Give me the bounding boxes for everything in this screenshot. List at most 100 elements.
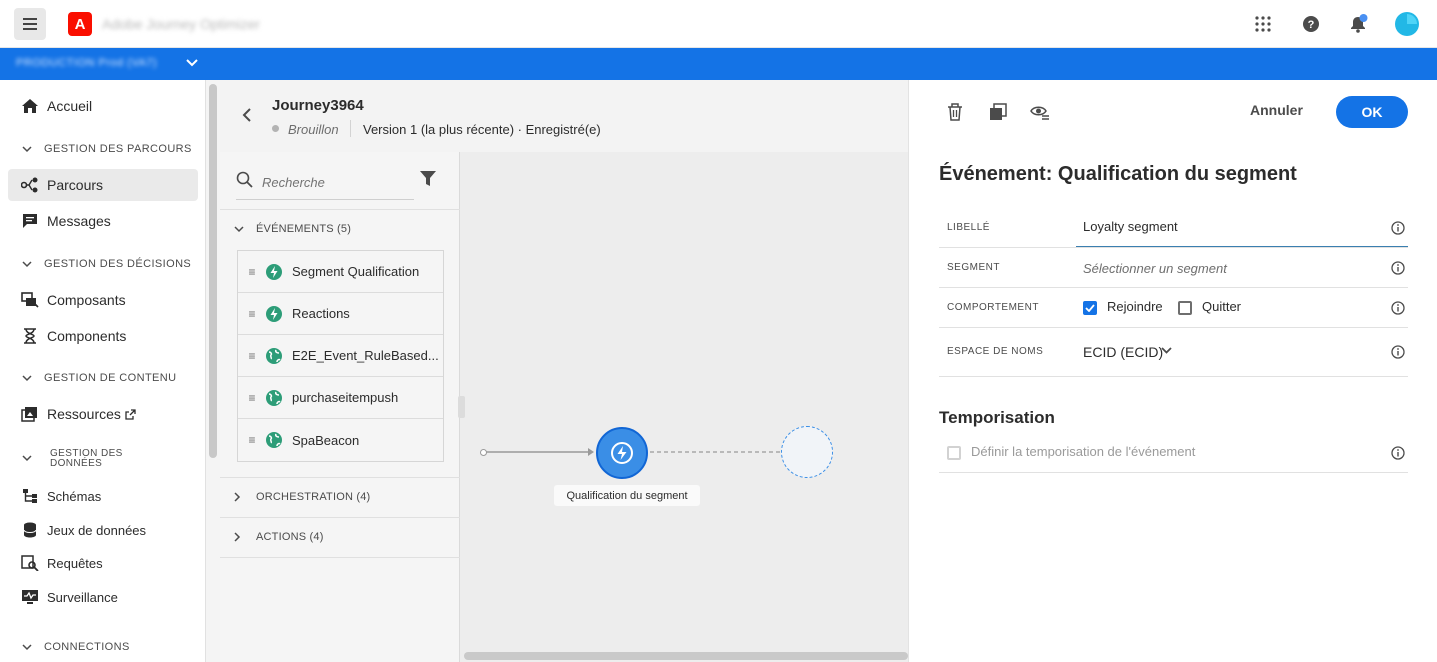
- ok-button[interactable]: OK: [1336, 96, 1408, 128]
- journey-name[interactable]: Journey3964: [272, 97, 364, 114]
- chevron-down-icon: [22, 643, 34, 651]
- nav-item-schemas[interactable]: Schémas: [8, 480, 198, 512]
- panel-title: Événement: Qualification du segment: [939, 163, 1297, 185]
- namespace-dropdown[interactable]: ECID (ECID): [1083, 344, 1163, 360]
- drag-handle-icon[interactable]: ≡: [238, 433, 266, 447]
- field-label: ESPACE DE NOMS: [947, 346, 1044, 357]
- apps-grid-icon[interactable]: [1253, 14, 1273, 34]
- nav-item-label: Schémas: [47, 488, 102, 504]
- home-icon: [20, 96, 40, 116]
- nav-item-resources[interactable]: Ressources: [8, 398, 198, 430]
- events-group-header[interactable]: ÉVÉNEMENTS (5): [234, 223, 351, 235]
- field-label: COMPORTEMENT: [947, 302, 1039, 313]
- chevron-down-icon: [22, 374, 34, 382]
- drag-handle-icon[interactable]: ≡: [238, 349, 266, 363]
- svg-text:?: ?: [1308, 19, 1315, 31]
- timing-checkbox-label[interactable]: Définir la temporisation de l'événement: [971, 444, 1195, 459]
- info-icon[interactable]: [1391, 301, 1405, 315]
- chevron-right-icon: [234, 492, 246, 502]
- leave-checkbox[interactable]: [1178, 301, 1192, 315]
- nav-item-composants[interactable]: Composants: [8, 284, 198, 316]
- segment-picker[interactable]: Sélectionner un segment: [1083, 261, 1227, 276]
- nav-item-monitoring[interactable]: Surveillance: [8, 581, 198, 613]
- drag-handle-icon[interactable]: ≡: [238, 265, 266, 279]
- leave-label[interactable]: Quitter: [1202, 299, 1241, 314]
- user-avatar[interactable]: [1395, 12, 1419, 36]
- label-input[interactable]: Loyalty segment: [1083, 219, 1178, 234]
- back-chevron-icon[interactable]: [242, 108, 252, 122]
- lightning-icon: [611, 442, 633, 464]
- external-link-icon: [125, 408, 136, 420]
- adobe-logo[interactable]: A: [68, 12, 92, 36]
- nav-section-journeys[interactable]: GESTION DES PARCOURS: [22, 143, 192, 155]
- globe-icon: [266, 347, 282, 364]
- input-focus-underline: [1076, 246, 1408, 247]
- nav-item-label: Requêtes: [47, 555, 103, 571]
- help-icon[interactable]: ?: [1301, 14, 1321, 34]
- canvas-horizontal-scrollbar[interactable]: [464, 652, 908, 660]
- trash-icon[interactable]: [945, 102, 965, 122]
- node-label: Qualification du segment: [554, 485, 700, 506]
- duplicate-icon[interactable]: [988, 102, 1008, 122]
- nav-section-connections[interactable]: CONNECTIONS: [22, 641, 130, 653]
- filter-icon[interactable]: [419, 170, 437, 187]
- nav-item-datasets[interactable]: Jeux de données: [8, 514, 198, 546]
- top-bar: A Adobe Journey Optimizer ?: [0, 0, 1437, 48]
- nav-item-messages[interactable]: Messages: [8, 205, 198, 237]
- menu-icon[interactable]: [14, 8, 46, 40]
- monitoring-icon: [20, 587, 40, 607]
- assets-icon: [20, 404, 40, 424]
- org-switcher-bar[interactable]: PRODUCTION Prod (VA7): [0, 48, 1437, 80]
- chevron-down-icon: [234, 225, 246, 233]
- chevron-down-icon[interactable]: [186, 58, 198, 68]
- nav-item-journeys[interactable]: Parcours: [8, 169, 198, 201]
- notifications-bell-icon[interactable]: [1348, 14, 1368, 34]
- org-name[interactable]: PRODUCTION Prod (VA7): [16, 57, 157, 69]
- journey-start-dot: [480, 449, 487, 456]
- preview-icon[interactable]: [1030, 102, 1050, 122]
- list-item[interactable]: ≡ SpaBeacon: [238, 419, 443, 461]
- info-icon[interactable]: [1391, 345, 1405, 359]
- nav-section-decisions[interactable]: GESTION DES DÉCISIONS: [22, 258, 191, 270]
- list-item[interactable]: ≡ purchaseitempush: [238, 377, 443, 419]
- database-icon: [20, 520, 40, 540]
- nav-item-queries[interactable]: Requêtes: [8, 547, 198, 579]
- arrow-icon: [588, 448, 594, 456]
- field-label: LIBELLÉ: [947, 222, 990, 233]
- timing-section-title: Temporisation: [939, 408, 1055, 427]
- divider: [220, 517, 460, 518]
- list-item[interactable]: ≡ Reactions: [238, 293, 443, 335]
- join-label[interactable]: Rejoindre: [1107, 299, 1163, 314]
- nav-section-content[interactable]: GESTION DE CONTENU: [22, 372, 177, 384]
- info-icon[interactable]: [1391, 261, 1405, 275]
- palette-resize-handle[interactable]: [458, 396, 465, 418]
- lightning-icon: [266, 263, 282, 280]
- list-item[interactable]: ≡ Segment Qualification: [238, 251, 443, 293]
- nav-item-home[interactable]: Accueil: [8, 90, 198, 122]
- status-dot: [272, 125, 279, 132]
- nav-item-components[interactable]: Components: [8, 320, 198, 352]
- drag-handle-icon[interactable]: ≡: [238, 307, 266, 321]
- actions-group-header[interactable]: ACTIONS (4): [234, 531, 324, 543]
- join-checkbox[interactable]: [1083, 301, 1097, 315]
- list-item[interactable]: ≡ E2E_Event_RuleBased...: [238, 335, 443, 377]
- info-icon[interactable]: [1391, 446, 1405, 460]
- nav-item-label: Surveillance: [47, 589, 118, 605]
- nav-scrollbar-thumb[interactable]: [209, 84, 217, 458]
- divider: [350, 120, 351, 137]
- journey-version: Version 1 (la plus récente) · Enregistré…: [363, 122, 601, 137]
- orchestration-group-header[interactable]: ORCHESTRATION (4): [234, 491, 370, 503]
- info-icon[interactable]: [1391, 221, 1405, 235]
- chevron-down-icon: [22, 455, 34, 462]
- cancel-button[interactable]: Annuler: [1250, 102, 1303, 118]
- nav-section-data[interactable]: GESTION DES DONNÉES: [22, 449, 123, 469]
- timing-checkbox[interactable]: [947, 446, 961, 460]
- chevron-down-icon[interactable]: [1161, 347, 1172, 355]
- segment-qualification-node[interactable]: [596, 427, 648, 479]
- drag-handle-icon[interactable]: ≡: [238, 391, 266, 405]
- message-icon: [20, 211, 40, 231]
- nav-item-label: Parcours: [47, 177, 104, 193]
- chevron-down-icon: [22, 260, 34, 268]
- events-list: ≡ Segment Qualification ≡ Reactions ≡ E2…: [237, 250, 444, 462]
- empty-node-placeholder[interactable]: [781, 426, 833, 478]
